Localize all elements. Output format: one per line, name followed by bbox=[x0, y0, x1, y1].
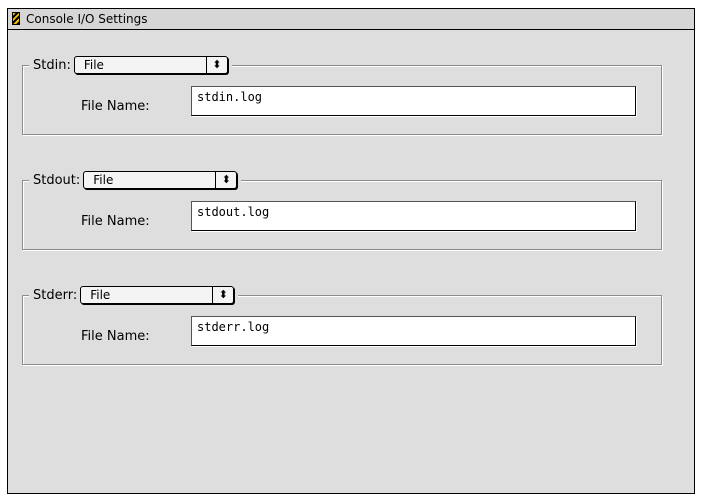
window-title: Console I/O Settings bbox=[26, 12, 148, 26]
stderr-group-header: Stderr: File ⬍ bbox=[29, 284, 239, 306]
stdin-group: Stdin: File ⬍ File Name: stdin.log bbox=[22, 54, 662, 135]
stdout-group-header: Stdout: File ⬍ bbox=[29, 169, 242, 191]
stderr-source-popup[interactable]: File ⬍ bbox=[80, 286, 235, 304]
stdin-group-header: Stdin: File ⬍ bbox=[29, 54, 232, 76]
stdout-label: Stdout: bbox=[33, 172, 81, 188]
stdout-source-popup[interactable]: File ⬍ bbox=[83, 171, 238, 189]
stdin-file-name-label: File Name: bbox=[81, 99, 150, 114]
stderr-label: Stderr: bbox=[33, 287, 78, 303]
up-down-arrows-icon: ⬍ bbox=[212, 287, 233, 303]
console-io-settings-window: Console I/O Settings Stdin: File ⬍ File … bbox=[7, 8, 695, 494]
stderr-file-name-label: File Name: bbox=[81, 329, 150, 344]
stderr-source-value: File bbox=[90, 288, 111, 302]
window-title-bar[interactable]: Console I/O Settings bbox=[8, 9, 694, 30]
stdout-file-name-field[interactable]: stdout.log bbox=[191, 201, 636, 231]
stderr-group: Stderr: File ⬍ File Name: stderr.log bbox=[22, 284, 662, 365]
stdin-label: Stdin: bbox=[33, 57, 71, 73]
up-down-arrows-icon: ⬍ bbox=[205, 57, 227, 73]
stdin-source-popup[interactable]: File ⬍ bbox=[73, 56, 228, 74]
stdin-source-value: File bbox=[83, 58, 104, 72]
window-app-icon bbox=[12, 12, 20, 25]
stdout-file-name-label: File Name: bbox=[81, 214, 150, 229]
stderr-file-name-field[interactable]: stderr.log bbox=[191, 316, 636, 346]
stdin-file-name-field[interactable]: stdin.log bbox=[191, 86, 636, 116]
stdout-source-value: File bbox=[93, 173, 114, 187]
stdout-group: Stdout: File ⬍ File Name: stdout.log bbox=[22, 169, 662, 250]
up-down-arrows-icon: ⬍ bbox=[215, 172, 236, 188]
